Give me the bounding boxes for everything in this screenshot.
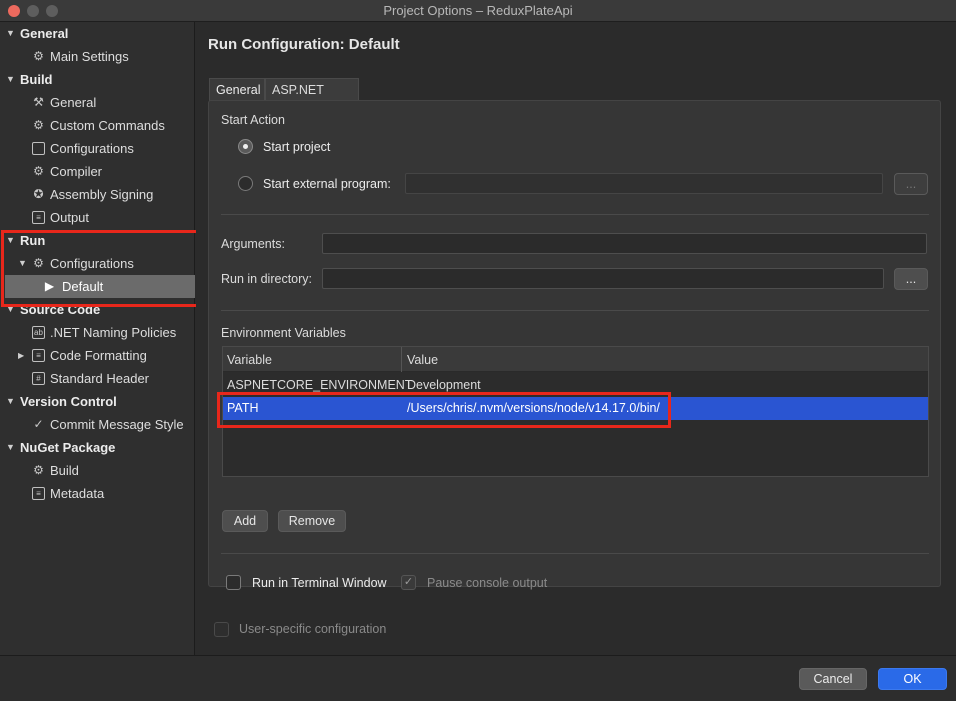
start-action-label: Start Action	[221, 113, 285, 127]
sidebar-item-assembly-signing[interactable]: ✪ Assembly Signing	[0, 183, 195, 206]
ok-button[interactable]: OK	[878, 668, 947, 690]
cancel-button[interactable]: Cancel	[799, 668, 867, 690]
run-in-terminal-label: Run in Terminal Window	[252, 576, 387, 590]
page-title: Run Configuration: Default	[208, 36, 400, 53]
arguments-label: Arguments:	[221, 237, 285, 251]
naming-icon: ab	[32, 326, 45, 339]
document-icon: ≡	[32, 487, 45, 500]
user-specific-label: User-specific configuration	[239, 622, 387, 636]
hammer-icon: ⚒	[33, 95, 44, 109]
remove-variable-button[interactable]: Remove	[278, 510, 346, 532]
sidebar-item-naming-policies[interactable]: ab .NET Naming Policies	[0, 321, 195, 344]
sidebar-item-output[interactable]: ≡ Output	[0, 206, 195, 229]
value-cell: Development	[407, 378, 481, 392]
sidebar-item-build-general[interactable]: ⚒ General	[0, 91, 195, 114]
sidebar-item-metadata[interactable]: ≡ Metadata	[0, 482, 195, 505]
add-variable-button[interactable]: Add	[222, 510, 268, 532]
sidebar-item-build-configurations[interactable]: Configurations	[0, 137, 195, 160]
external-program-field[interactable]	[405, 173, 883, 194]
disclosure-triangle-icon[interactable]: ▼	[6, 68, 15, 91]
divider	[221, 553, 929, 554]
window-icon	[32, 142, 45, 155]
environment-variables-label: Environment Variables	[221, 326, 346, 340]
main-content: Run Configuration: Default General ASP.N…	[196, 22, 956, 655]
annotation-highlight-run	[1, 230, 202, 307]
sidebar-item-code-formatting[interactable]: ▶ ≡ Code Formatting	[0, 344, 195, 367]
dialog-footer: Cancel OK	[0, 655, 956, 701]
sidebar-item-commit-message-style[interactable]: ✓ Commit Message Style	[0, 413, 195, 436]
header-icon: #	[32, 372, 45, 385]
document-icon: ≡	[32, 211, 45, 224]
general-tab-panel: Start Action Start project Start externa…	[208, 100, 941, 590]
divider	[221, 310, 929, 311]
disclosure-triangle-icon[interactable]: ▼	[6, 22, 15, 45]
tab-general[interactable]: General	[209, 78, 265, 101]
disclosure-triangle-collapsed-icon[interactable]: ▶	[18, 344, 24, 367]
sidebar-item-compiler[interactable]: ⚙ Compiler	[0, 160, 195, 183]
disclosure-triangle-icon[interactable]: ▼	[6, 390, 15, 413]
arguments-field[interactable]	[322, 233, 927, 254]
sidebar-section-version-control[interactable]: ▼ Version Control	[0, 390, 195, 413]
sidebar-item-main-settings[interactable]: ⚙ Main Settings	[0, 45, 195, 68]
column-divider	[401, 347, 402, 372]
sidebar-item-custom-commands[interactable]: ⚙ Custom Commands	[0, 114, 195, 137]
run-in-directory-field[interactable]	[322, 268, 884, 289]
pause-console-checkbox[interactable]: ✓	[401, 575, 416, 590]
sidebar-section-build[interactable]: ▼ Build	[0, 68, 195, 91]
table-header: Variable Value	[223, 347, 928, 372]
tab-aspnet-core[interactable]: ASP.NET Core	[265, 78, 359, 119]
start-external-program-label: Start external program:	[263, 177, 391, 191]
variable-cell: ASPNETCORE_ENVIRONMENT	[227, 378, 413, 392]
compiler-icon: ⚙	[33, 164, 44, 178]
external-program-browse-button[interactable]: ...	[894, 173, 928, 195]
divider	[221, 214, 929, 215]
start-project-radio[interactable]	[238, 139, 253, 154]
sidebar-item-standard-header[interactable]: # Standard Header	[0, 367, 195, 390]
run-in-terminal-checkbox[interactable]	[226, 575, 241, 590]
disclosure-triangle-icon[interactable]: ▼	[6, 436, 15, 459]
commit-icon: ✓	[33, 417, 44, 431]
options-sidebar: ▼ General ⚙ Main Settings ▼ Build ⚒ Gene…	[0, 22, 202, 655]
sidebar-section-general[interactable]: ▼ General	[0, 22, 195, 45]
annotation-highlight-path	[217, 392, 671, 428]
start-external-program-radio[interactable]	[238, 176, 253, 191]
run-in-directory-label: Run in directory:	[221, 272, 313, 286]
gear-icon: ⚙	[33, 463, 44, 477]
start-project-label: Start project	[263, 140, 331, 154]
gear-icon: ⚙	[33, 49, 44, 63]
sidebar-item-nuget-build[interactable]: ⚙ Build	[0, 459, 195, 482]
column-header-variable[interactable]: Variable	[227, 353, 272, 367]
sidebar-section-nuget-package[interactable]: ▼ NuGet Package	[0, 436, 195, 459]
pause-console-label: Pause console output	[427, 576, 548, 590]
title-bar: Project Options – ReduxPlateApi	[0, 0, 956, 22]
badge-icon: ✪	[33, 187, 44, 201]
user-specific-checkbox[interactable]	[214, 622, 229, 637]
window-title: Project Options – ReduxPlateApi	[383, 3, 573, 18]
code-format-icon: ≡	[32, 349, 45, 362]
column-header-value[interactable]: Value	[407, 353, 438, 367]
run-in-directory-browse-button[interactable]: ...	[894, 268, 928, 290]
gear-icon: ⚙	[33, 118, 44, 132]
